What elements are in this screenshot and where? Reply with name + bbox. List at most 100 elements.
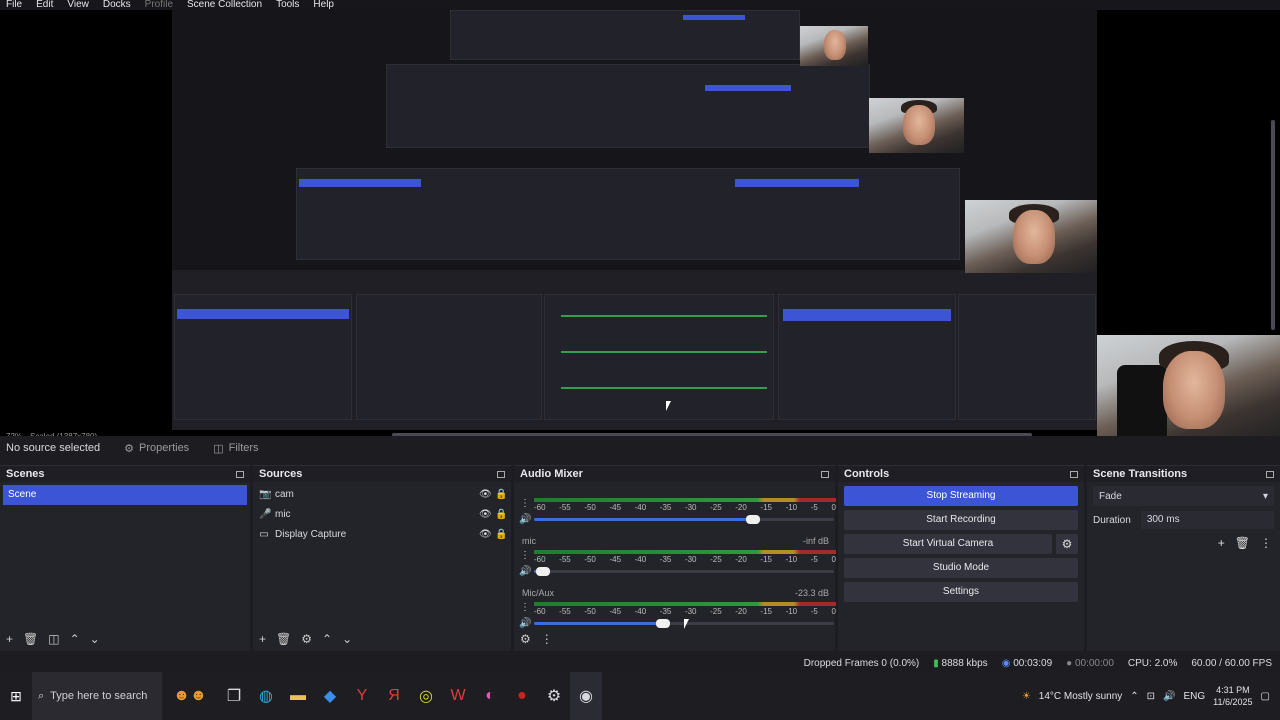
preview-scrollbar-vertical[interactable] xyxy=(1271,120,1275,330)
yandex-icon[interactable]: Я xyxy=(378,672,410,720)
chevron-down-icon[interactable]: ⌄ xyxy=(90,632,100,646)
filters-button[interactable]: ◫ Filters xyxy=(213,442,258,455)
scale-tick: 0 xyxy=(831,503,836,512)
speaker-icon[interactable]: 🔊 xyxy=(519,566,531,577)
volume-knob[interactable] xyxy=(746,515,760,524)
source-name: cam xyxy=(275,488,294,500)
people-icon[interactable]: ☻☻ xyxy=(162,672,218,720)
transition-select[interactable]: Fade ▾ xyxy=(1093,486,1274,506)
menu-tools[interactable]: Tools xyxy=(276,0,299,10)
volume-icon[interactable]: 🔊 xyxy=(1163,691,1175,702)
chevron-down-icon[interactable]: ⌄ xyxy=(342,632,352,646)
lock-icon[interactable]: 🔒 xyxy=(495,529,507,540)
studio-mode-button[interactable]: Studio Mode xyxy=(844,558,1078,578)
float-dock-icon[interactable] xyxy=(821,470,829,478)
start-virtual-camera-button[interactable]: Start Virtual Camera xyxy=(844,534,1052,554)
scale-tick: -30 xyxy=(684,555,697,564)
eye-icon[interactable]: 👁 xyxy=(479,529,492,540)
windows-start-icon[interactable]: ⊞ xyxy=(0,672,32,720)
menu-scene-collection[interactable]: Scene Collection xyxy=(187,0,262,10)
mixer-settings-icon[interactable]: ⚙ xyxy=(520,632,531,646)
volume-knob[interactable] xyxy=(656,619,670,628)
scale-tick: -55 xyxy=(559,503,571,512)
more-menu-icon[interactable]: ⋮ xyxy=(520,499,530,509)
dropped-frames: Dropped Frames 0 (0.0%) xyxy=(803,657,920,669)
add-icon[interactable]: + xyxy=(259,632,266,646)
clock[interactable]: 4:31 PM 11/6/2025 xyxy=(1213,684,1252,708)
settings-button[interactable]: Settings xyxy=(844,582,1078,602)
more-menu-icon[interactable]: ⋮ xyxy=(520,603,530,613)
chair-shape xyxy=(1117,365,1167,442)
edge-icon[interactable]: ◍ xyxy=(250,672,282,720)
menu-view[interactable]: View xyxy=(67,0,89,10)
start-recording-button[interactable]: Start Recording xyxy=(844,510,1078,530)
float-dock-icon[interactable] xyxy=(497,470,505,478)
app-icon[interactable]: ◎ xyxy=(410,672,442,720)
menu-help[interactable]: Help xyxy=(313,0,334,10)
wps-icon[interactable]: W xyxy=(442,672,474,720)
source-item-cam[interactable]: 📷 cam 👁 🔒 xyxy=(253,484,511,504)
speaker-icon[interactable]: 🔊 xyxy=(519,618,531,629)
taskbar-search[interactable]: ⌕ Type here to search xyxy=(32,672,162,720)
source-name: mic xyxy=(275,508,291,520)
preview-canvas[interactable]: 72% Scaled (1387x780) xyxy=(0,10,1280,442)
lock-icon[interactable]: 🔒 xyxy=(495,489,507,500)
lock-icon[interactable]: 🔒 xyxy=(495,509,507,520)
stop-streaming-button[interactable]: Stop Streaming xyxy=(844,486,1078,506)
chevron-down-icon: ▾ xyxy=(1262,490,1268,502)
float-dock-icon[interactable] xyxy=(1266,470,1274,478)
properties-button[interactable]: ⚙ Properties xyxy=(124,442,189,455)
file-explorer-icon[interactable]: ▬ xyxy=(282,672,314,720)
source-item-display-capture[interactable]: ▭ Display Capture 👁 🔒 xyxy=(253,524,511,544)
scale-tick: 0 xyxy=(831,607,836,616)
duration-input[interactable]: 300 ms xyxy=(1140,511,1274,529)
add-icon[interactable]: + xyxy=(6,632,13,646)
network-icon[interactable]: ⊡ xyxy=(1147,691,1155,702)
browser-icon[interactable]: ◐ xyxy=(474,672,506,720)
float-dock-icon[interactable] xyxy=(1070,470,1078,478)
chevron-up-icon[interactable]: ⌃ xyxy=(322,632,332,646)
mixer-title-bar: Audio Mixer xyxy=(514,466,835,482)
notifications-icon[interactable]: ▢ xyxy=(1261,691,1270,702)
record-app-icon[interactable]: ● xyxy=(506,672,538,720)
scale-tick: -10 xyxy=(785,503,798,512)
eye-icon[interactable]: 👁 xyxy=(479,489,492,500)
speaker-icon[interactable]: 🔊 xyxy=(519,514,531,525)
menu-edit[interactable]: Edit xyxy=(36,0,53,10)
volume-slider[interactable] xyxy=(534,567,834,576)
menu-profile[interactable]: Profile xyxy=(145,0,173,10)
virtual-camera-settings-icon[interactable]: ⚙ xyxy=(1056,534,1078,554)
track-name: Mic/Aux xyxy=(522,588,555,598)
menu-file[interactable]: File xyxy=(6,0,22,10)
controls-title-bar: Controls xyxy=(838,466,1084,482)
float-dock-icon[interactable] xyxy=(236,470,244,478)
menu-docks[interactable]: Docks xyxy=(103,0,131,10)
gear-icon[interactable]: ⚙ xyxy=(301,632,312,646)
eye-icon[interactable]: 👁 xyxy=(479,509,492,520)
chevron-up-icon[interactable]: ⌃ xyxy=(70,632,80,646)
more-menu-icon[interactable]: ⋮ xyxy=(520,551,530,561)
trash-icon[interactable]: 🗑 xyxy=(276,632,291,646)
scene-item[interactable]: Scene xyxy=(3,485,247,505)
trash-icon[interactable]: 🗑 xyxy=(23,632,38,646)
task-view-icon[interactable]: ❐ xyxy=(218,672,250,720)
obs-icon[interactable]: ◉ xyxy=(570,672,602,720)
tray-chevron-icon[interactable]: ⌃ xyxy=(1130,691,1138,702)
trash-icon[interactable]: 🗑 xyxy=(1235,536,1250,550)
settings-app-icon[interactable]: ⚙ xyxy=(538,672,570,720)
yandex-browser-icon[interactable]: Y xyxy=(346,672,378,720)
duration-row: Duration 300 ms xyxy=(1087,510,1280,530)
weather-text[interactable]: 14°C Mostly sunny xyxy=(1039,691,1122,702)
scene-transitions-dock: Scene Transitions Fade ▾ Duration 300 ms… xyxy=(1087,465,1280,651)
store-icon[interactable]: ◆ xyxy=(314,672,346,720)
volume-knob[interactable] xyxy=(536,567,550,576)
source-item-mic[interactable]: 🎤 mic 👁 🔒 xyxy=(253,504,511,524)
track-db: -23.3 dB xyxy=(794,588,829,598)
lang-indicator[interactable]: ENG xyxy=(1184,691,1206,702)
scale-tick: -15 xyxy=(760,607,772,616)
more-menu-icon[interactable]: ⋮ xyxy=(1260,536,1272,550)
more-menu-icon[interactable]: ⋮ xyxy=(541,632,553,646)
volume-slider[interactable] xyxy=(534,515,834,524)
filter-icon[interactable]: ◫ xyxy=(48,632,59,646)
add-icon[interactable]: + xyxy=(1218,536,1225,550)
